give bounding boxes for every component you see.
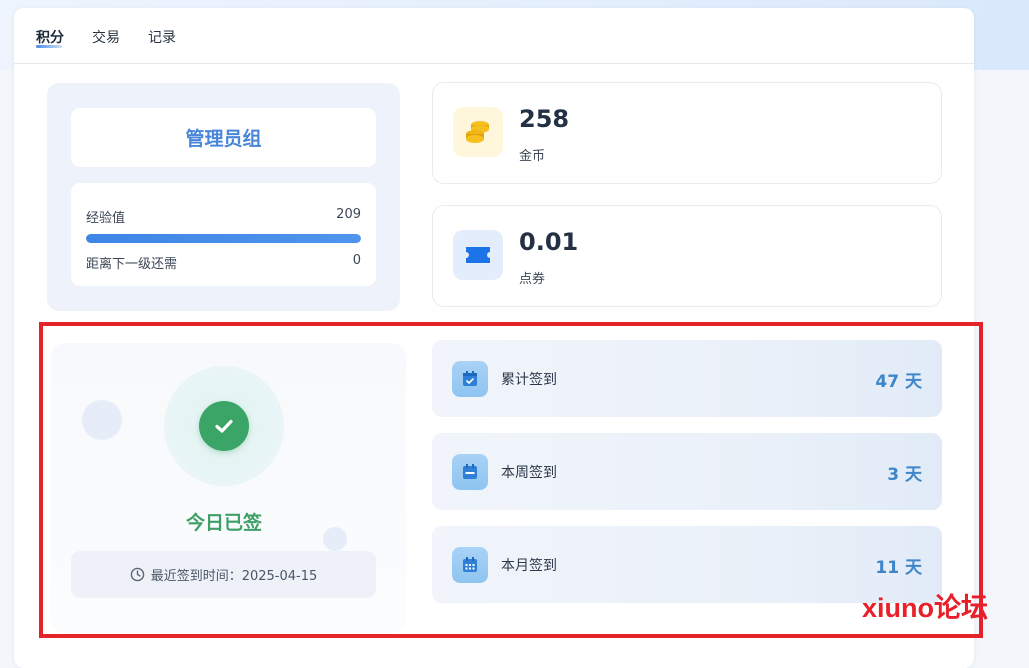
monthly-checkin-value: 11 天 (875, 558, 922, 578)
vouchers-value: 0.01 (519, 228, 579, 256)
decor-circle (82, 400, 122, 440)
active-tab-indicator (36, 45, 62, 48)
next-level-value: 0 (352, 253, 361, 268)
checkin-status-text: 今日已签 (185, 512, 262, 534)
next-level-label: 距离下一级还需 (86, 257, 178, 272)
vouchers-card: 0.01 点券 (432, 205, 942, 307)
weekly-checkin-value: 3 天 (887, 465, 922, 485)
calendar-month-icon (452, 547, 488, 583)
coins-icon (453, 107, 503, 157)
coins-value: 258 (519, 105, 570, 133)
experience-progress-fill (86, 234, 361, 243)
check-icon (199, 401, 249, 451)
calendar-week-icon (452, 454, 488, 490)
total-checkin-row: 累计签到 47 天 (432, 340, 942, 417)
user-group-card: 管理员组 经验值 209 距离下一级还需 0 (47, 83, 400, 311)
tab-points[interactable]: 积分 (36, 27, 64, 47)
experience-label: 经验值 (86, 211, 126, 226)
checkin-status-card: 今日已签 最近签到时间：2025-04-15 (51, 343, 406, 633)
weekly-checkin-label: 本周签到 (501, 465, 557, 481)
total-checkin-label: 累计签到 (501, 372, 557, 388)
calendar-check-icon (452, 361, 488, 397)
total-checkin-value: 47 天 (875, 372, 922, 392)
monthly-checkin-label: 本月签到 (501, 558, 557, 574)
checkin-halo (164, 366, 284, 486)
experience-value: 209 (336, 207, 361, 222)
ticket-icon (453, 230, 503, 280)
experience-progress-bar (86, 234, 361, 243)
weekly-checkin-row: 本周签到 3 天 (432, 433, 942, 510)
vouchers-label: 点券 (519, 272, 546, 287)
site-watermark: xiuno论坛 (862, 593, 988, 623)
coins-card: 258 金币 (432, 82, 942, 184)
tab-records[interactable]: 记录 (148, 27, 176, 47)
tab-trade[interactable]: 交易 (92, 27, 120, 47)
user-group-title: 管理员组 (71, 108, 376, 167)
clock-icon (130, 567, 145, 582)
coins-label: 金币 (519, 149, 546, 164)
tab-bar: 积分 交易 记录 (14, 8, 974, 64)
points-panel: 积分 交易 记录 管理员组 经验值 209 距离下一级还需 0 258 金币 0… (14, 8, 974, 668)
experience-box: 经验值 209 距离下一级还需 0 (71, 183, 376, 286)
last-checkin-time: 最近签到时间：2025-04-15 (71, 551, 376, 598)
last-checkin-text: 最近签到时间：2025-04-15 (150, 569, 318, 584)
